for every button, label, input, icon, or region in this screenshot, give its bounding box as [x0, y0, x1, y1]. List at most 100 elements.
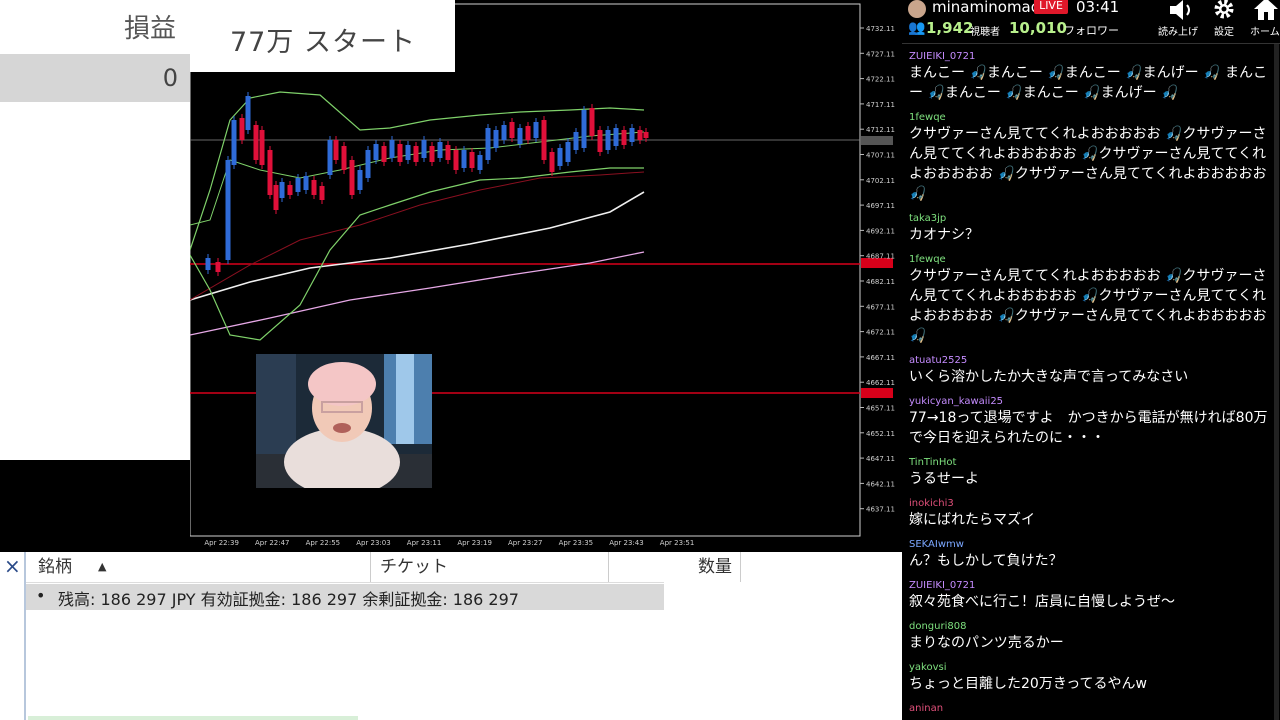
- chat-username[interactable]: atuatu2525: [909, 354, 1271, 367]
- gear-icon[interactable]: [1213, 0, 1235, 20]
- chat-username[interactable]: SEKAIwmw: [909, 538, 1271, 551]
- candlestick: [253, 125, 259, 160]
- speaker-icon[interactable]: [1166, 0, 1196, 20]
- price-label: 4697.11: [866, 202, 895, 210]
- read-aloud-label[interactable]: 読み上げ: [1158, 23, 1198, 38]
- chat-message[interactable]: atuatu2525 いくら溶かしたか大きな声で言ってみなさい: [909, 354, 1271, 387]
- price-label: 4687.11: [866, 253, 895, 261]
- chat-username[interactable]: taka3jp: [909, 212, 1271, 225]
- chat-message[interactable]: taka3jp カオナシ？: [909, 212, 1271, 245]
- col-header-symbol[interactable]: 銘柄: [38, 552, 72, 582]
- candlestick: [477, 155, 483, 170]
- candlestick: [327, 140, 333, 175]
- chat-message-text: ちょっと目離した20万きってるやんw: [909, 676, 1148, 692]
- candlestick: [303, 176, 309, 190]
- chat-scrollbar[interactable]: [1274, 44, 1279, 720]
- candlestick: [259, 130, 265, 165]
- candlestick: [295, 178, 301, 192]
- current-price-tag: [861, 136, 893, 145]
- chat-message-text: 77→18って退場ですよ かつきから電話が無ければ80万で今日を迎えられたのに・…: [909, 410, 1268, 446]
- chat-username[interactable]: ZUIEIKI_0721: [909, 50, 1271, 63]
- avatar[interactable]: [908, 0, 926, 18]
- candlestick: [509, 122, 515, 138]
- time-label: Apr 23:19: [457, 539, 492, 547]
- chat-username[interactable]: 1fewqe: [909, 253, 1271, 266]
- candlestick: [469, 152, 475, 168]
- chat-username[interactable]: ZUIEIKI_0721: [909, 579, 1271, 592]
- candlestick: [493, 130, 499, 148]
- chat-username[interactable]: yukicyan_kawaii25: [909, 395, 1271, 408]
- sort-ascending-icon[interactable]: ▲: [98, 552, 106, 582]
- chat-message[interactable]: donguri808 まりなのパンツ売るかー: [909, 620, 1271, 653]
- price-label: 4722.11: [866, 76, 895, 84]
- candlestick: [397, 144, 403, 162]
- price-label: 4662.11: [866, 379, 895, 387]
- candlestick: [643, 132, 649, 138]
- candlestick: [637, 130, 643, 140]
- column-divider[interactable]: [370, 552, 371, 582]
- candlestick: [565, 142, 571, 162]
- price-label: 4667.11: [866, 354, 895, 362]
- chat-message[interactable]: yakovsi ちょっと目離した20万きってるやんw: [909, 661, 1271, 694]
- viewer-label: 視聴者: [970, 27, 1000, 38]
- candlestick: [485, 128, 491, 160]
- chat-message-text: 嫁にばれたらマズイ: [909, 512, 1035, 528]
- col-header-quantity[interactable]: 数量: [698, 552, 732, 582]
- chat-username[interactable]: yakovsi: [909, 661, 1271, 674]
- chat-username[interactable]: 1fewqe: [909, 111, 1271, 124]
- webcam-feed: [256, 354, 432, 488]
- candlestick: [597, 130, 603, 152]
- chat-message[interactable]: yukicyan_kawaii25 77→18って退場ですよ かつきから電話が無け…: [909, 395, 1271, 448]
- chat-username[interactable]: aninan: [909, 702, 1271, 715]
- candlestick: [267, 150, 273, 195]
- candlestick: [533, 122, 539, 138]
- chat-message[interactable]: TinTinHot うるせーよ: [909, 456, 1271, 489]
- settings-label[interactable]: 設定: [1214, 23, 1234, 38]
- home-label[interactable]: ホーム: [1250, 23, 1280, 38]
- time-label: Apr 22:39: [204, 539, 239, 547]
- price-label: 4682.11: [866, 278, 895, 286]
- candlestick: [279, 182, 285, 198]
- balance-row[interactable]: • 残高: 186 297 JPY 有効証拠金: 186 297 余剰証拠金: …: [26, 584, 664, 610]
- home-icon[interactable]: [1254, 0, 1278, 20]
- chat-panel: minaminomao LIVE 03:41 👥 1,942 視聴者 10,01…: [902, 0, 1280, 720]
- chat-username[interactable]: donguri808: [909, 620, 1271, 633]
- price-label: 4712.11: [866, 126, 895, 134]
- chat-message[interactable]: ZUIEIKI_0721 まんこー 🎣まんこー 🎣まんこー 🎣まんげー 🎣 まんこ…: [909, 50, 1271, 103]
- chat-message[interactable]: 1fewqe クサヴァーさん見ててくれよおおおおお 🎣クサヴァーさん見ててくれよお…: [909, 111, 1271, 204]
- column-divider[interactable]: [608, 552, 609, 582]
- chat-username[interactable]: TinTinHot: [909, 456, 1271, 469]
- chat-username[interactable]: inokichi3: [909, 497, 1271, 510]
- time-label: Apr 22:47: [255, 539, 290, 547]
- candlestick: [273, 185, 279, 210]
- price-label: 4677.11: [866, 303, 895, 311]
- chat-message[interactable]: ZUIEIKI_0721 叙々苑食べに行こ！店員に自慢しようぜ～: [909, 579, 1271, 612]
- price-label: 4717.11: [866, 101, 895, 109]
- candlestick: [287, 185, 293, 195]
- candlestick: [445, 145, 451, 160]
- candlestick: [429, 146, 435, 162]
- candlestick: [373, 144, 379, 160]
- candlestick: [349, 160, 355, 195]
- col-header-ticket[interactable]: チケット: [380, 552, 448, 582]
- chat-message[interactable]: SEKAIwmw ん？もしかして負けた？: [909, 538, 1271, 571]
- candlestick: [581, 110, 587, 148]
- chat-message-text: クサヴァーさん見ててくれよおおおおお 🎣クサヴァーさん見ててくれよおおおおお 🎣…: [909, 126, 1267, 202]
- viewer-count: 1,942: [926, 19, 974, 37]
- chat-message-text: いくら溶かしたか大きな声で言ってみなさい: [909, 369, 1189, 385]
- candlestick: [461, 150, 467, 168]
- chat-message[interactable]: 1fewqe クサヴァーさん見ててくれよおおおおお 🎣クサヴァーさん見ててくれよお…: [909, 253, 1271, 346]
- column-divider[interactable]: [740, 552, 741, 582]
- chat-message-text: うるせーよ: [909, 471, 979, 487]
- chat-message[interactable]: inokichi3 嫁にばれたらマズイ: [909, 497, 1271, 530]
- price-label: 4702.11: [866, 177, 895, 185]
- chat-message[interactable]: aninan: [909, 702, 1271, 715]
- close-icon[interactable]: ×: [4, 554, 21, 578]
- candlestick: [613, 128, 619, 146]
- chat-message-text: クサヴァーさん見ててくれよおおおおお 🎣クサヴァーさん見ててくれよおおおおお 🎣…: [909, 268, 1267, 344]
- channel-name[interactable]: minaminomao: [932, 0, 1040, 16]
- candlestick: [357, 170, 363, 190]
- candlestick: [525, 126, 531, 140]
- chat-message-text: ん？もしかして負けた？: [909, 553, 1063, 569]
- pnl-value-row: 0: [0, 54, 190, 102]
